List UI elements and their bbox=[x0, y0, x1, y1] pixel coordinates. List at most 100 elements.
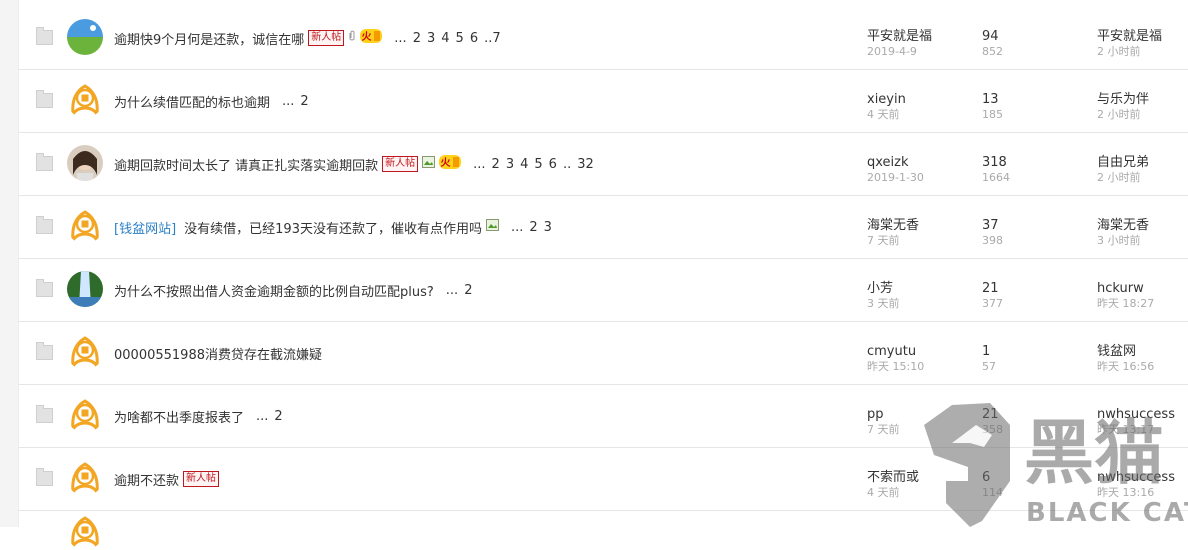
default-orange-avatar[interactable] bbox=[67, 397, 103, 433]
reply-count: 37 bbox=[982, 218, 999, 233]
page-link[interactable]: ... bbox=[282, 94, 294, 109]
thread-title-link[interactable]: 逾期不还款 bbox=[114, 470, 179, 489]
page-link[interactable]: 4 bbox=[441, 31, 449, 46]
last-poster-link[interactable]: 钱盆网 bbox=[1097, 344, 1154, 360]
page-link[interactable]: 3 bbox=[506, 157, 514, 172]
thread-subject: 逾期回款时间太长了 请真正扎实落实逾期回款 新人帖 火... 2 3 4 5 6.. 32 bbox=[114, 154, 600, 174]
new-post-tag: 新人帖 bbox=[308, 30, 345, 46]
page-links: ... 2 bbox=[446, 283, 479, 298]
page-link[interactable]: 3 bbox=[427, 31, 435, 46]
default-orange-avatar[interactable] bbox=[67, 208, 103, 244]
thread-row[interactable]: 为啥都不出季度报表了... 2 pp 7 天前 21 358 nwhsuccess 昨天 13… bbox=[19, 384, 1188, 448]
author-name-link[interactable]: 不索而或 bbox=[867, 470, 919, 486]
thread-row[interactable]: 逾期快9个月何是还款，诚信在哪 新人帖火... 2 3 4 5 6 ..7 平安就是福 2019-… bbox=[19, 6, 1188, 70]
category-prefix-link[interactable]: [钱盆网站] bbox=[114, 218, 176, 237]
page-link[interactable]: 2 bbox=[529, 220, 537, 235]
page-link[interactable]: .. bbox=[563, 157, 571, 172]
thread-row[interactable]: 为什么续借匹配的标也逾期... 2 xieyin 4 天前 13 185 与乐为伴 2 小时前 bbox=[19, 69, 1188, 133]
author-name-link[interactable]: 海棠无香 bbox=[867, 218, 919, 234]
last-post-cell: 海棠无香 3 小时前 bbox=[1097, 218, 1149, 248]
author-name-link[interactable]: 平安就是福 bbox=[867, 29, 932, 45]
thread-title-link[interactable]: 00000551988消费贷存在截流嫌疑 bbox=[114, 344, 322, 363]
last-post-time[interactable]: 昨天 18:27 bbox=[1097, 297, 1154, 311]
thread-title-link[interactable]: 逾期回款时间太长了 请真正扎实落实逾期回款 bbox=[114, 155, 378, 174]
page-link[interactable]: 2 bbox=[274, 409, 282, 424]
view-count: 377 bbox=[982, 297, 1003, 310]
author-name-link[interactable]: pp bbox=[867, 407, 900, 423]
last-post-time[interactable]: 2 小时前 bbox=[1097, 45, 1162, 59]
thread-title-link[interactable]: 为啥都不出季度报表了 bbox=[114, 407, 244, 426]
thread-title-link[interactable]: 为什么续借匹配的标也逾期 bbox=[114, 92, 270, 111]
thread-title-link[interactable]: 为什么不按照出借人资金逾期金额的比例自动匹配plus? bbox=[114, 281, 434, 300]
thread-title-link[interactable]: 逾期快9个月何是还款，诚信在哪 bbox=[114, 29, 304, 48]
thread-row[interactable]: 逾期回款时间太长了 请真正扎实落实逾期回款 新人帖 火... 2 3 4 5 6.. 32 qxe… bbox=[19, 132, 1188, 196]
author-name-link[interactable]: 小芳 bbox=[867, 281, 900, 297]
author-name-link[interactable]: xieyin bbox=[867, 92, 906, 108]
page-link[interactable]: 32 bbox=[577, 157, 594, 172]
last-poster-link[interactable]: nwhsuccess bbox=[1097, 407, 1175, 423]
last-poster-link[interactable]: hckurw bbox=[1097, 281, 1154, 297]
last-post-time[interactable]: 2 小时前 bbox=[1097, 171, 1149, 185]
last-poster-link[interactable]: 自由兄弟 bbox=[1097, 155, 1149, 171]
thread-row[interactable]: 逾期不还款 新人帖 不索而或 4 天前 6 114 nwhsuccess 昨天 13:16 bbox=[19, 447, 1188, 511]
stats-cell: 37 398 bbox=[982, 218, 1003, 248]
last-post-time[interactable]: 昨天 13:17 bbox=[1097, 423, 1175, 437]
default-orange-avatar[interactable] bbox=[67, 82, 103, 118]
page-link[interactable]: 6 bbox=[549, 157, 557, 172]
page-link[interactable]: 3 bbox=[544, 220, 552, 235]
default-orange-avatar[interactable] bbox=[67, 514, 103, 550]
thread-row[interactable]: 为什么不按照出借人资金逾期金额的比例自动匹配plus?... 2 小芳 3 天前 21 3… bbox=[19, 258, 1188, 322]
author-cell: 不索而或 4 天前 bbox=[867, 470, 919, 500]
last-post-time[interactable]: 昨天 13:16 bbox=[1097, 486, 1175, 500]
page-link[interactable]: ... bbox=[511, 220, 523, 235]
author-name-link[interactable]: qxeizk bbox=[867, 155, 924, 171]
page-link[interactable]: 6 bbox=[470, 31, 478, 46]
stats-cell: 94 852 bbox=[982, 29, 1003, 59]
last-poster-link[interactable]: 与乐为伴 bbox=[1097, 92, 1149, 108]
view-count: 852 bbox=[982, 45, 1003, 58]
last-poster-link[interactable]: 平安就是福 bbox=[1097, 29, 1162, 45]
page-link[interactable]: 2 bbox=[492, 157, 500, 172]
last-post-cell: hckurw 昨天 18:27 bbox=[1097, 281, 1154, 311]
default-orange-avatar[interactable] bbox=[67, 460, 103, 496]
default-orange-avatar[interactable] bbox=[67, 334, 103, 370]
last-poster-link[interactable]: 海棠无香 bbox=[1097, 218, 1149, 234]
stats-cell: 318 1664 bbox=[982, 155, 1010, 185]
page-link[interactable]: ... bbox=[473, 157, 485, 172]
reply-count: 318 bbox=[982, 155, 1007, 170]
page-link[interactable]: 5 bbox=[534, 157, 542, 172]
thread-subject: 00000551988消费贷存在截流嫌疑 bbox=[114, 343, 322, 363]
author-cell: 平安就是福 2019-4-9 bbox=[867, 29, 932, 59]
waterfall-avatar[interactable] bbox=[67, 271, 103, 307]
author-cell: cmyutu 昨天 15:10 bbox=[867, 344, 924, 374]
reply-count: 6 bbox=[982, 470, 991, 485]
view-count: 185 bbox=[982, 108, 1003, 121]
last-post-time[interactable]: 昨天 16:56 bbox=[1097, 360, 1154, 374]
page-link[interactable]: ... bbox=[256, 409, 268, 424]
thread-row[interactable]: 00000551988消费贷存在截流嫌疑 cmyutu 昨天 15:10 1 57 钱盆网… bbox=[19, 321, 1188, 385]
last-post-time[interactable]: 2 小时前 bbox=[1097, 108, 1149, 122]
view-count: 114 bbox=[982, 486, 1003, 499]
thread-row-partial[interactable] bbox=[19, 510, 1188, 550]
thread-subject: 逾期不还款 新人帖 bbox=[114, 469, 220, 489]
page-link[interactable]: ..7 bbox=[484, 31, 501, 46]
thread-row[interactable]: [钱盆网站] 没有续借，已经193天没有还款了，催收有点作用吗... 2 3 海棠无香 7… bbox=[19, 195, 1188, 259]
page-link[interactable]: ... bbox=[446, 283, 458, 298]
page-link[interactable]: 5 bbox=[456, 31, 464, 46]
girl-photo-avatar[interactable] bbox=[67, 145, 103, 181]
page-link[interactable]: 2 bbox=[464, 283, 472, 298]
left-gutter bbox=[0, 0, 18, 527]
author-name-link[interactable]: cmyutu bbox=[867, 344, 924, 360]
landscape-avatar[interactable] bbox=[67, 19, 103, 55]
page-link[interactable]: 2 bbox=[300, 94, 308, 109]
page-link[interactable]: 2 bbox=[413, 31, 421, 46]
page-links: ... 2 3 bbox=[511, 220, 558, 235]
page-link[interactable]: 4 bbox=[520, 157, 528, 172]
last-post-cell: nwhsuccess 昨天 13:16 bbox=[1097, 470, 1175, 500]
thread-subject: 为什么不按照出借人资金逾期金额的比例自动匹配plus?... 2 bbox=[114, 280, 478, 300]
page-link[interactable]: ... bbox=[394, 31, 406, 46]
thread-title-link[interactable]: 没有续借，已经193天没有还款了，催收有点作用吗 bbox=[184, 218, 482, 237]
page-links: ... 2 3 4 5 6 ..7 bbox=[394, 31, 506, 46]
last-post-time[interactable]: 3 小时前 bbox=[1097, 234, 1149, 248]
last-poster-link[interactable]: nwhsuccess bbox=[1097, 470, 1175, 486]
